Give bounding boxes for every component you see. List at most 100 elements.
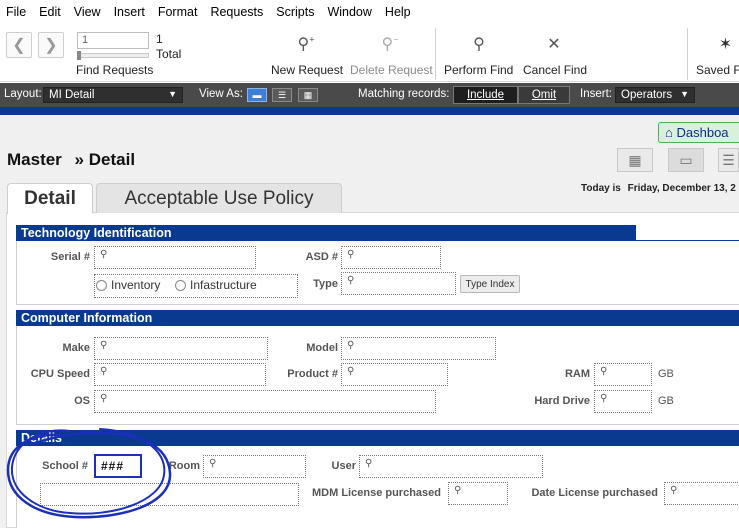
radio-infastructure[interactable]: Infastructure [175, 278, 257, 292]
form-icon: ▭ [679, 151, 693, 168]
school-field[interactable]: ### [94, 454, 142, 478]
menu-window[interactable]: Window [327, 5, 371, 19]
cancel-find-button[interactable]: ✕ [523, 34, 585, 54]
delete-request-label[interactable]: Delete Request [350, 63, 433, 77]
home-icon: ⌂ [665, 125, 673, 140]
star-icon: ✶ [718, 36, 733, 53]
previous-record-button[interactable]: ❮ [6, 32, 32, 58]
asd-label: ASD # [305, 251, 338, 263]
saved-finds-button[interactable]: ✶ [712, 34, 739, 54]
product-field[interactable]: ⚲ [341, 363, 448, 386]
close-icon: ✕ [547, 36, 561, 53]
title-separator: » [74, 150, 85, 169]
view-as-list-button[interactable]: ☰ [272, 88, 292, 102]
tab-detail[interactable]: Detail [7, 183, 93, 214]
menu-view[interactable]: View [74, 5, 101, 19]
view-as-table-button[interactable]: ▦ [298, 88, 318, 102]
next-record-button[interactable]: ❯ [38, 32, 64, 58]
school-label: School # [42, 460, 88, 472]
menu-requests[interactable]: Requests [210, 5, 263, 19]
ram-label: RAM [564, 368, 590, 380]
layout-label: Layout: [4, 88, 42, 100]
cpu-speed-label: CPU Speed [30, 368, 90, 380]
type-index-button[interactable]: Type Index [460, 275, 520, 293]
radio-circle-icon [96, 279, 107, 291]
toolbar: ❮ ❯ 1 1 Total Find Requests ⚲+ New Reque… [0, 24, 739, 82]
saved-finds-label[interactable]: Saved Fi [696, 63, 739, 77]
type-field[interactable]: ⚲ [341, 272, 456, 295]
radio-inventory[interactable]: Inventory [96, 278, 160, 292]
radio-inventory-label: Inventory [111, 278, 161, 292]
model-field[interactable]: ⚲ [341, 337, 496, 360]
search-icon: ⚲ [454, 485, 462, 496]
operators-dropdown[interactable]: Operators ▼ [615, 87, 695, 103]
search-icon: ⚲ [347, 340, 355, 351]
type-label: Type [313, 278, 338, 290]
record-number-input[interactable]: 1 [77, 32, 149, 49]
search-icon: ⚲ [347, 366, 355, 377]
dropdown-caret-icon: ▼ [680, 89, 689, 99]
ram-field[interactable]: ⚲ [594, 363, 652, 386]
header-search-field[interactable]: ⚲ [636, 225, 739, 240]
menu-help[interactable]: Help [385, 5, 411, 19]
delete-request-button[interactable]: ⚲− [350, 34, 430, 54]
search-icon: ⚲ [347, 249, 355, 260]
tab-acceptable-use-policy[interactable]: Acceptable Use Policy [96, 183, 342, 213]
record-slider[interactable] [77, 53, 149, 58]
include-button[interactable]: Include [453, 86, 518, 104]
menu-file[interactable]: File [6, 5, 26, 19]
user-label: User [331, 460, 356, 472]
search-icon: ⚲ [100, 249, 108, 260]
list-layout-button[interactable]: ☰ [718, 148, 739, 172]
asd-field[interactable]: ⚲ [341, 246, 441, 269]
cpu-speed-field[interactable]: ⚲ [94, 363, 266, 386]
serial-field[interactable]: ⚲ [94, 246, 256, 269]
menu-scripts[interactable]: Scripts [276, 5, 314, 19]
user-field[interactable]: ⚲ [359, 455, 543, 478]
perform-find-icon: ⚲ [473, 36, 485, 53]
perform-find-label[interactable]: Perform Find [444, 63, 513, 77]
list-view-icon: ☰ [277, 89, 287, 100]
serial-label: Serial # [50, 251, 90, 263]
view-as-form-button[interactable]: ▬ [247, 88, 267, 102]
form-layout-button[interactable]: ▭ [668, 148, 704, 172]
layout-bar: Layout: MI Detail ▼ View As: ▬ ☰ ▦ Match… [0, 83, 739, 107]
matching-records-label: Matching records: [358, 88, 450, 100]
toolbar-separator [687, 28, 688, 80]
product-label: Product # [287, 368, 338, 380]
view-as-label: View As: [199, 88, 243, 100]
today-label: Today is [581, 183, 621, 194]
room-field[interactable]: ⚲ [203, 455, 306, 478]
model-label: Model [306, 342, 338, 354]
ram-unit: GB [658, 368, 674, 380]
os-field[interactable]: ⚲ [94, 390, 436, 413]
omit-button[interactable]: Omit [518, 86, 570, 104]
make-field[interactable]: ⚲ [94, 337, 268, 360]
magnifier-minus-icon: ⚲− [381, 34, 399, 53]
radio-circle-icon [175, 279, 186, 291]
dashboard-button[interactable]: ⌂ Dashboa [658, 122, 739, 143]
menu-format[interactable]: Format [158, 5, 198, 19]
date-license-field[interactable]: ⚲ [664, 482, 739, 505]
new-request-label[interactable]: New Request [271, 63, 343, 77]
layout-dropdown[interactable]: MI Detail ▼ [43, 87, 183, 103]
search-icon: ⚲ [100, 366, 108, 377]
cancel-find-label[interactable]: Cancel Find [523, 63, 587, 77]
search-icon: ⚲ [209, 458, 217, 469]
menu-insert[interactable]: Insert [114, 5, 145, 19]
search-icon: ⚲ [365, 458, 373, 469]
radio-infastructure-label: Infastructure [190, 278, 257, 292]
menu-edit[interactable]: Edit [39, 5, 61, 19]
record-slider-thumb[interactable] [77, 51, 81, 60]
mdm-license-field[interactable]: ⚲ [448, 482, 508, 505]
make-label: Make [62, 342, 90, 354]
title-detail: Detail [88, 150, 136, 169]
search-icon: ⚲ [100, 393, 108, 404]
new-request-button[interactable]: ⚲+ [268, 34, 344, 54]
details-unlabeled-field[interactable] [40, 483, 299, 506]
perform-find-button[interactable]: ⚲ [444, 34, 514, 54]
table-layout-button[interactable]: ▦ [617, 148, 653, 172]
hard-drive-field[interactable]: ⚲ [594, 390, 652, 413]
hard-drive-unit: GB [658, 395, 674, 407]
find-requests-label: Find Requests [76, 63, 154, 77]
